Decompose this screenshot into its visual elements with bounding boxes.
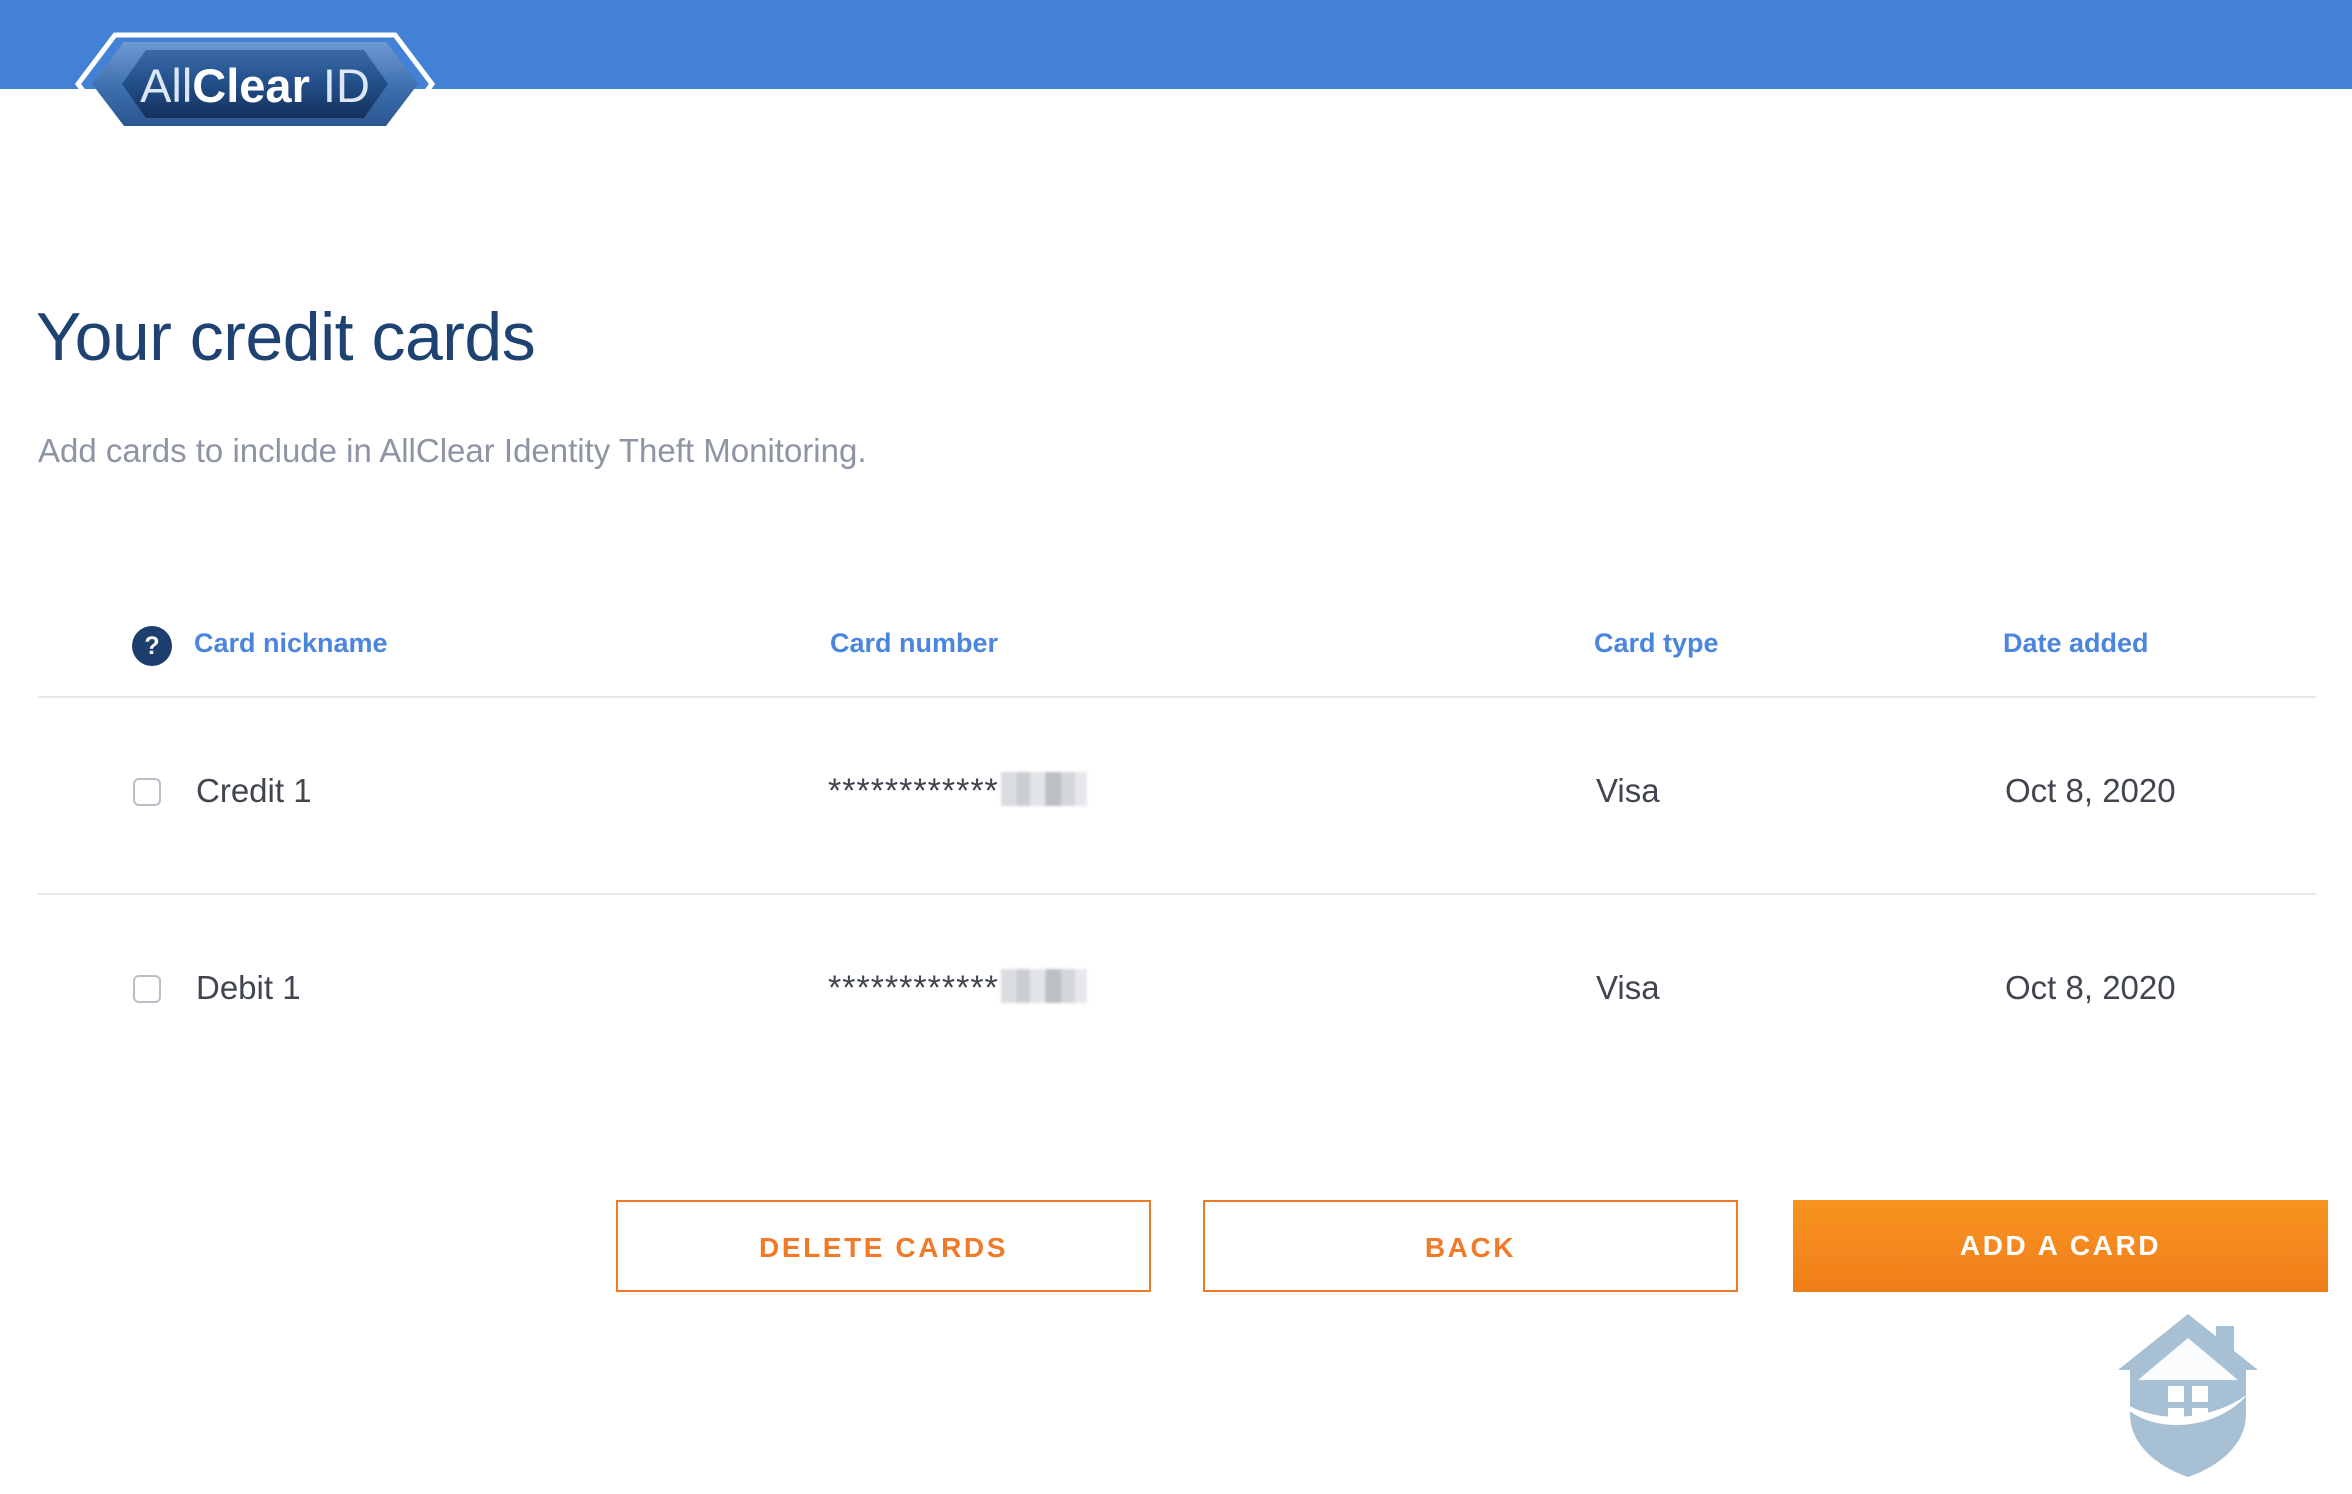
row-checkbox[interactable] bbox=[133, 778, 161, 806]
redacted-digits-block bbox=[1000, 969, 1087, 1004]
cell-card-type: Visa bbox=[1596, 969, 1660, 1006]
back-button[interactable]: BACK bbox=[1203, 1200, 1738, 1292]
allclear-id-logo[interactable]: AllClear ID bbox=[40, 30, 470, 138]
page-subtitle: Add cards to include in AllClear Identit… bbox=[38, 432, 867, 469]
page-title: Your credit cards bbox=[36, 299, 536, 375]
table-header-row: ? Card nickname Card number Card type Da… bbox=[38, 600, 2316, 696]
cell-card-number: ************ bbox=[828, 772, 1087, 811]
cell-card-nickname: Debit 1 bbox=[196, 969, 301, 1006]
action-button-bar: DELETE CARDS BACK ADD A CARD bbox=[0, 1200, 2352, 1300]
masked-digits: ************ bbox=[828, 969, 999, 1007]
cell-date-added: Oct 8, 2020 bbox=[2005, 969, 2176, 1006]
add-a-card-button[interactable]: ADD A CARD bbox=[1793, 1200, 2328, 1292]
logo-text-light: All bbox=[140, 59, 192, 112]
redacted-digits-block bbox=[1000, 772, 1087, 807]
table-row[interactable]: Debit 1 ************ Visa Oct 8, 2020 bbox=[38, 895, 2316, 1090]
logo-text-bold: Clear bbox=[192, 59, 310, 112]
column-header-date-added[interactable]: Date added bbox=[2003, 628, 2149, 659]
masked-digits: ************ bbox=[828, 772, 999, 810]
row-checkbox[interactable] bbox=[133, 975, 161, 1003]
cell-card-number: ************ bbox=[828, 969, 1087, 1008]
column-header-card-number[interactable]: Card number bbox=[830, 628, 998, 659]
cell-date-added: Oct 8, 2020 bbox=[2005, 772, 2176, 809]
credit-cards-table: ? Card nickname Card number Card type Da… bbox=[38, 600, 2316, 1090]
logo-text-suffix: ID bbox=[310, 59, 370, 112]
page-root: AllClear ID Your credit cards Add cards … bbox=[0, 0, 2352, 1494]
house-shield-icon bbox=[2108, 1310, 2268, 1482]
help-icon[interactable]: ? bbox=[132, 626, 172, 666]
cell-card-type: Visa bbox=[1596, 772, 1660, 809]
cell-card-nickname: Credit 1 bbox=[196, 772, 312, 809]
column-header-card-type[interactable]: Card type bbox=[1594, 628, 1719, 659]
svg-text:AllClear ID: AllClear ID bbox=[140, 59, 370, 112]
column-header-card-nickname[interactable]: Card nickname bbox=[194, 628, 388, 659]
delete-cards-button[interactable]: DELETE CARDS bbox=[616, 1200, 1151, 1292]
table-row[interactable]: Credit 1 ************ Visa Oct 8, 2020 bbox=[38, 698, 2316, 893]
